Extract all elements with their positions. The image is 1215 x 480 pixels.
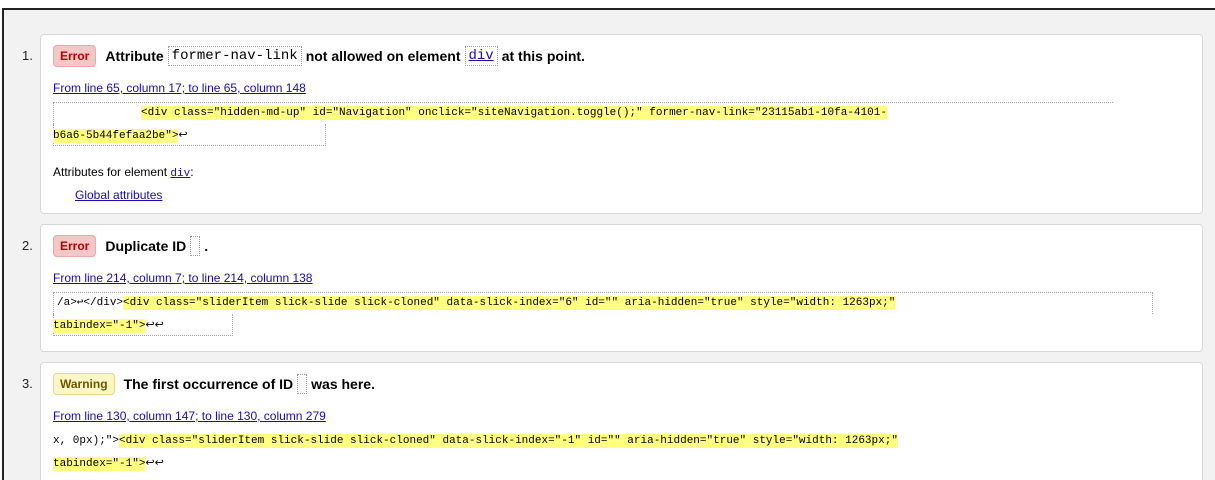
message-number: 2.	[22, 238, 33, 253]
attributes-colon: :	[190, 165, 194, 179]
attributes-label: Attributes for element	[53, 165, 168, 179]
attributes-element-link[interactable]: div	[170, 168, 190, 180]
message-heading: Error Duplicate ID .	[53, 235, 208, 257]
message-number: 3.	[22, 376, 33, 391]
extract-highlight: <div class="sliderItem slick-slide slick…	[119, 434, 898, 448]
code-extract: /a>↩</div><div class="sliderItem slick-s…	[53, 292, 1173, 336]
empty-id-code	[190, 236, 201, 256]
extract-prefix: /a>↩</div>	[57, 297, 124, 309]
message-text-before: The first occurrence of ID	[123, 376, 294, 392]
extract-prefix: x, 0px);">	[53, 435, 120, 447]
extract-line-1: /a>↩</div><div class="sliderItem slick-s…	[57, 292, 896, 314]
extract-line-1: x, 0px);"><div class="sliderItem slick-s…	[53, 430, 898, 452]
location-link[interactable]: From line 130, column 147; to line 130, …	[53, 409, 326, 423]
message-text-after: was here.	[311, 376, 375, 392]
extract-highlight: tabindex="-1">	[53, 319, 146, 333]
error-badge: Error	[53, 45, 97, 67]
extract-highlight: <div class="hidden-md-up" id="Navigation…	[141, 106, 887, 120]
message-card: Warning The first occurrence of ID was h…	[40, 362, 1203, 480]
warning-badge: Warning	[53, 373, 115, 395]
return-icon: ↩	[178, 128, 188, 141]
message-heading: Warning The first occurrence of ID was h…	[53, 373, 375, 395]
return-icon: ↩↩	[145, 318, 164, 331]
message-text-middle: not allowed on element	[305, 48, 461, 64]
message-text-before: Duplicate ID	[105, 238, 187, 254]
error-badge: Error	[53, 235, 97, 257]
message-card: Error Duplicate ID . From line 214, colu…	[40, 224, 1203, 352]
element-code-link[interactable]: div	[464, 46, 498, 66]
global-attributes-link[interactable]: Global attributes	[75, 188, 162, 202]
message-text-after: .	[204, 238, 209, 254]
extract-line-2: tabindex="-1">↩↩	[53, 314, 164, 336]
extract-highlight: <div class="sliderItem slick-slide slick…	[123, 296, 896, 310]
message-heading: Error Attribute former-nav-link not allo…	[53, 45, 585, 67]
empty-id-code	[297, 374, 308, 394]
attributes-info: Attributes for element div:	[53, 165, 194, 180]
code-extract: <div class="hidden-md-up" id="Navigation…	[53, 102, 1153, 146]
extract-line-2: tabindex="-1">↩↩	[53, 452, 164, 474]
message-text-after: at this point.	[501, 48, 585, 64]
extract-highlight: b6a6-5b44fefaa2be">	[53, 129, 179, 143]
extract-line-2: b6a6-5b44fefaa2be">↩	[53, 124, 188, 146]
extract-line-1: <div class="hidden-md-up" id="Navigation…	[141, 102, 887, 124]
return-icon: ↩↩	[145, 456, 164, 469]
attribute-code: former-nav-link	[167, 46, 302, 66]
message-number: 1.	[22, 48, 33, 63]
extract-highlight: tabindex="-1">	[53, 457, 146, 471]
message-card: Error Attribute former-nav-link not allo…	[40, 34, 1203, 214]
location-link[interactable]: From line 214, column 7; to line 214, co…	[53, 271, 312, 285]
message-text-before: Attribute	[105, 48, 164, 64]
code-extract: x, 0px);"><div class="sliderItem slick-s…	[53, 430, 1173, 474]
location-link[interactable]: From line 65, column 17; to line 65, col…	[53, 81, 306, 95]
